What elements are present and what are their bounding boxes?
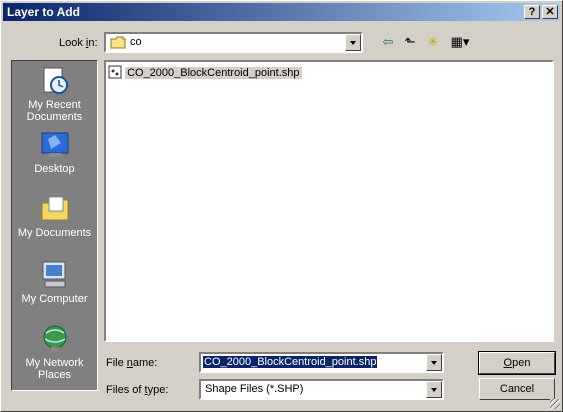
window-title: Layer to Add [7,5,80,19]
filename-combo[interactable]: CO_2000_BlockCentroid_point.shp [199,352,444,373]
filename-dropdown-button[interactable] [426,354,442,371]
place-my-recent-documents[interactable]: My Recent Documents [12,65,97,123]
filetype-combo[interactable]: Shape Files (*.SHP) [199,379,444,400]
filename-input[interactable]: CO_2000_BlockCentroid_point.shp [203,356,378,368]
desktop-icon [41,132,68,157]
views-menu-icon[interactable]: ▦▾ [447,33,473,51]
my-computer-icon [42,261,65,288]
help-button[interactable]: ? [524,5,540,19]
lookin-dropdown-button[interactable] [345,34,361,51]
file-name: CO_2000_BlockCentroid_point.shp [125,67,302,79]
up-folder-icon[interactable]: ⬑ [400,33,420,51]
filetype-label: Files of type: [106,384,169,396]
lookin-value: co [130,36,142,48]
place-my-network-places[interactable]: My Network Places [12,323,97,381]
back-icon[interactable]: ⇦ [378,33,398,51]
filetype-value: Shape Files (*.SHP) [205,383,304,395]
filetype-dropdown-button[interactable] [426,381,442,398]
shapefile-icon [108,65,122,79]
title-bar[interactable]: Layer to Add ? ✕ [3,3,560,21]
dialog-window: Layer to Add ? ✕ Look in: co ⇦ ⬑ ✳ ▦▾ My… [0,0,563,412]
place-desktop[interactable]: Desktop [12,129,97,175]
folder-icon [110,36,126,49]
network-places-icon [43,325,66,352]
new-folder-icon[interactable]: ✳ [423,33,443,51]
open-button[interactable]: Open [478,351,556,375]
lookin-combo[interactable]: co [104,32,363,53]
place-my-documents[interactable]: My Documents [12,193,97,239]
my-documents-icon [41,196,68,221]
resize-grip[interactable] [550,399,560,409]
place-my-computer[interactable]: My Computer [12,259,97,305]
lookin-label: Look in: [59,37,98,49]
places-bar: My Recent Documents Desktop My Documents [11,60,98,391]
filename-label: File name: [106,357,158,369]
cancel-button[interactable]: Cancel [479,378,555,400]
list-item[interactable]: CO_2000_BlockCentroid_point.shp [108,65,302,79]
file-list[interactable]: CO_2000_BlockCentroid_point.shp [104,60,554,342]
recent-documents-icon [43,67,68,94]
close-button[interactable]: ✕ [542,5,558,19]
